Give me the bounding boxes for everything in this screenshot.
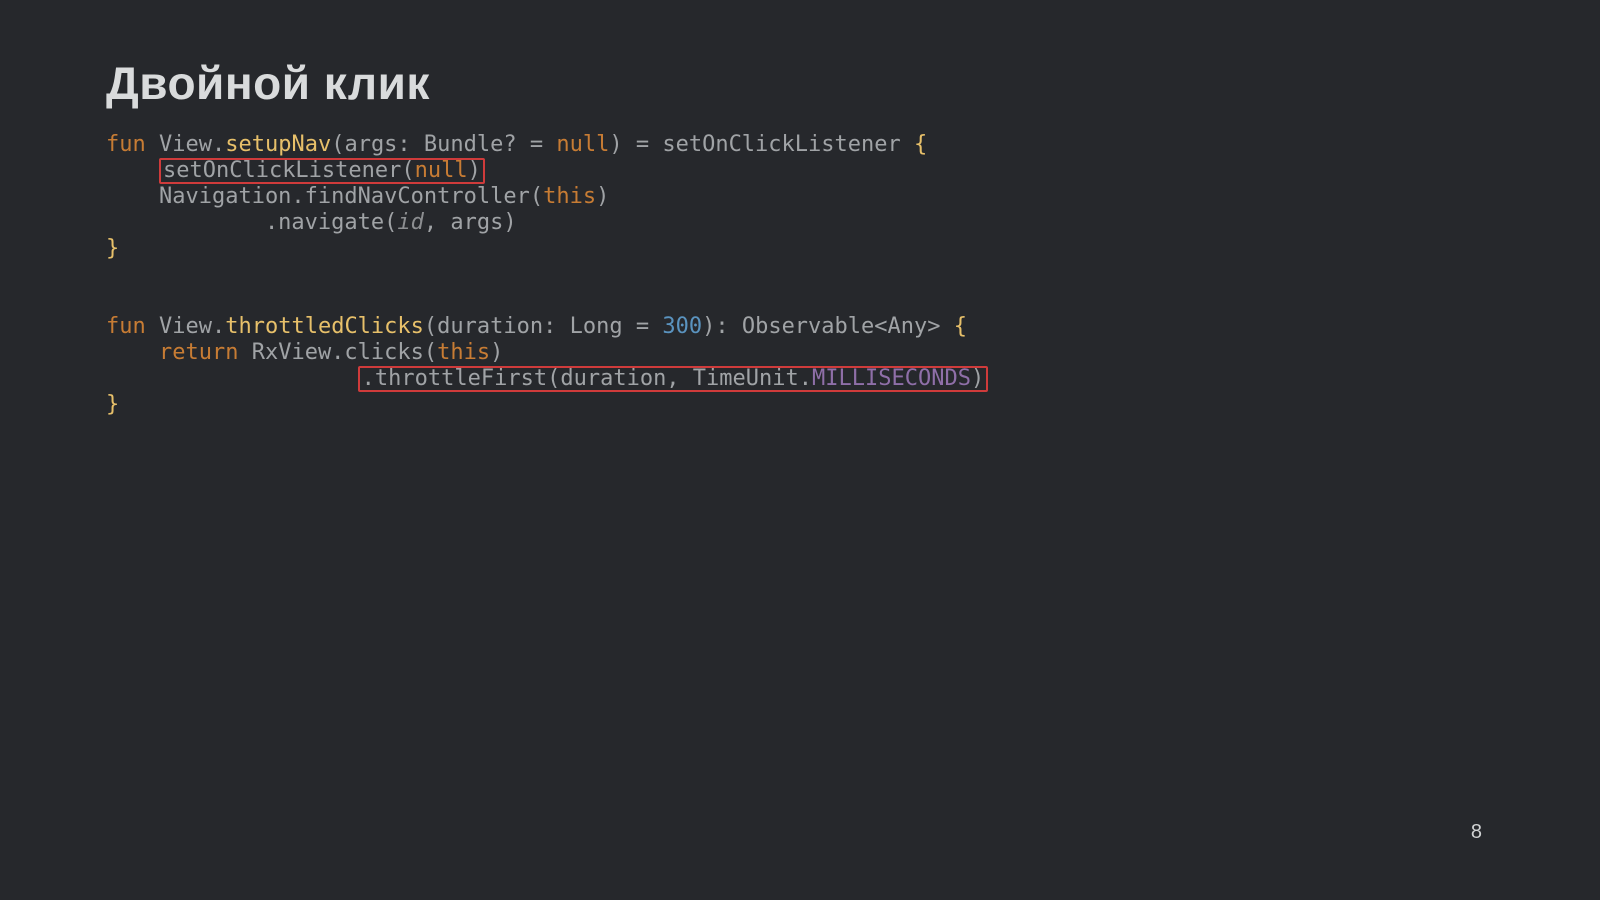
fn-throttledclicks: throttledClicks	[225, 314, 424, 339]
code-text: )	[468, 158, 481, 183]
code-text: .navigate(	[106, 210, 397, 235]
const-milliseconds: MILLISECONDS	[812, 366, 971, 391]
code-text: .throttleFirst(duration, TimeUnit.	[362, 366, 812, 391]
keyword-this: this	[437, 340, 490, 365]
highlighted-throttlefirst: .throttleFirst(duration, TimeUnit.MILLIS…	[358, 366, 989, 392]
code-text: Navigation.findNavController(	[106, 184, 543, 209]
code-text: ): Observable<Any>	[702, 314, 954, 339]
keyword-this: this	[543, 184, 596, 209]
code-text: (args: Bundle? =	[331, 132, 556, 157]
highlighted-setonclicklistener-null: setOnClickListener(null)	[159, 158, 485, 184]
keyword-fun: fun	[106, 132, 146, 157]
code-block-1: fun View.setupNav(args: Bundle? = null) …	[106, 132, 1494, 418]
literal-null: null	[556, 132, 609, 157]
code-text: ) = setOnClickListener	[609, 132, 914, 157]
brace: }	[106, 392, 119, 417]
literal-300: 300	[662, 314, 702, 339]
literal-null: null	[415, 158, 468, 183]
identifier-id: id	[397, 210, 424, 235]
code-text: )	[971, 366, 984, 391]
code-text: RxView.clicks(	[238, 340, 437, 365]
slide: Двойной клик fun View.setupNav(args: Bun…	[0, 0, 1600, 900]
keyword-fun: fun	[106, 314, 146, 339]
code-text: (duration: Long =	[424, 314, 662, 339]
indent	[106, 366, 358, 391]
brace: }	[106, 236, 119, 261]
code-text: )	[490, 340, 503, 365]
slide-title: Двойной клик	[106, 56, 1494, 110]
code-text: View.	[146, 314, 225, 339]
page-number: 8	[1471, 821, 1482, 844]
code-text: setOnClickListener(	[163, 158, 415, 183]
indent	[106, 340, 159, 365]
keyword-return: return	[159, 340, 238, 365]
code-text: )	[596, 184, 609, 209]
brace: {	[914, 132, 927, 157]
brace: {	[954, 314, 967, 339]
code-text: , args)	[424, 210, 517, 235]
fn-setupnav: setupNav	[225, 132, 331, 157]
code-text: View.	[146, 132, 225, 157]
indent	[106, 158, 159, 183]
